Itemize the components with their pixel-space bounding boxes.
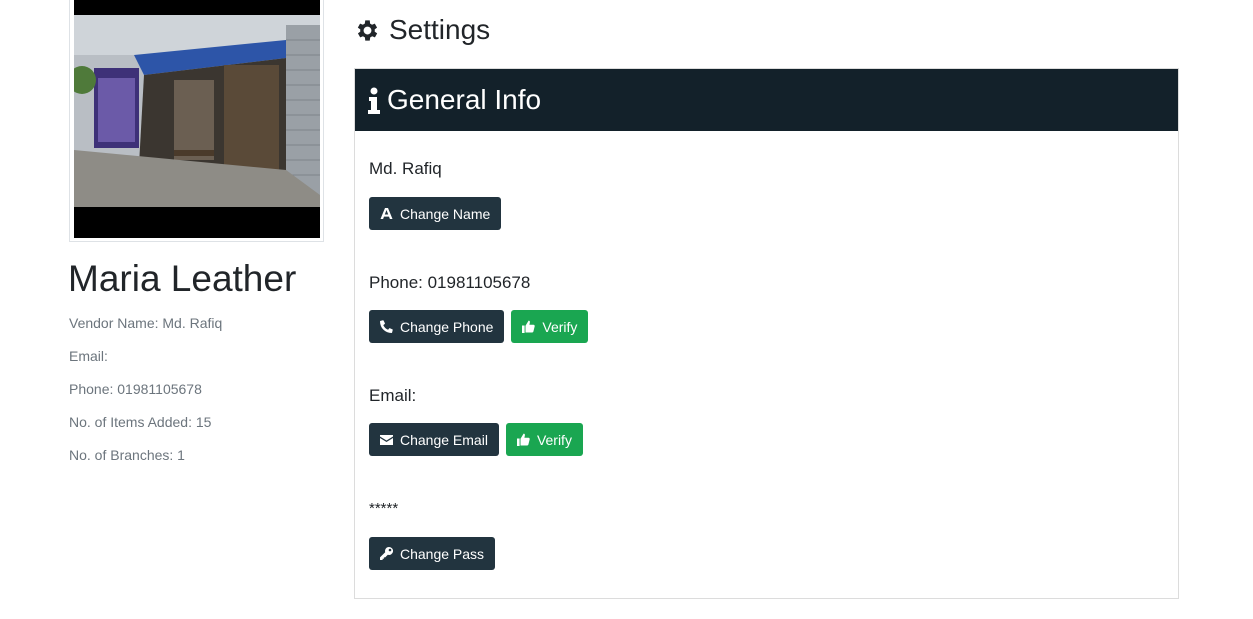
email-value: Email: [369, 386, 417, 405]
change-email-label: Change Email [400, 431, 488, 448]
envelope-icon [380, 433, 393, 446]
gear-icon [354, 17, 381, 44]
phone-icon [380, 320, 393, 333]
change-name-label: Change Name [400, 205, 491, 222]
phone-value: Phone: 01981105678 [369, 273, 531, 292]
thumbs-up-icon [516, 433, 530, 446]
change-phone-button[interactable]: Change Phone [369, 310, 505, 343]
info-icon [367, 86, 381, 114]
vendor-email-text: Email: [69, 348, 108, 364]
verify-email-button[interactable]: Verify [505, 423, 583, 456]
settings-title: Settings [389, 14, 491, 45]
settings-heading: Settings [354, 14, 490, 46]
verify-phone-button[interactable]: Verify [511, 310, 589, 343]
vendor-phone-text: Phone: 01981105678 [69, 381, 202, 397]
name-value: Md. Rafiq [369, 159, 442, 178]
key-icon [380, 547, 393, 560]
font-icon [380, 207, 393, 220]
change-pass-label: Change Pass [400, 545, 485, 562]
change-name-button[interactable]: Change Name [369, 197, 502, 230]
change-phone-label: Change Phone [400, 318, 494, 335]
items-added-text: No. of Items Added: 15 [69, 414, 212, 430]
store-name: Maria Leather [68, 258, 297, 299]
general-info-header: General Info [355, 69, 1178, 131]
change-email-button[interactable]: Change Email [369, 423, 499, 456]
vendor-name-text: Vendor Name: Md. Rafiq [69, 315, 223, 331]
general-info-card: General Info Md. Rafiq Change Name Phone… [354, 68, 1179, 599]
password-value: ***** [369, 500, 399, 517]
store-photo [74, 0, 320, 238]
vendor-info-list: Vendor Name: Md. Rafiq Email: Phone: 019… [69, 314, 222, 479]
thumbs-up-icon [522, 320, 536, 333]
branches-text: No. of Branches: 1 [69, 447, 185, 463]
storefront-image [74, 0, 320, 238]
verify-phone-label: Verify [542, 318, 578, 335]
general-info-title: General Info [387, 84, 542, 115]
change-pass-button[interactable]: Change Pass [369, 537, 496, 570]
store-photo-frame [69, 0, 324, 242]
verify-email-label: Verify [536, 431, 572, 448]
